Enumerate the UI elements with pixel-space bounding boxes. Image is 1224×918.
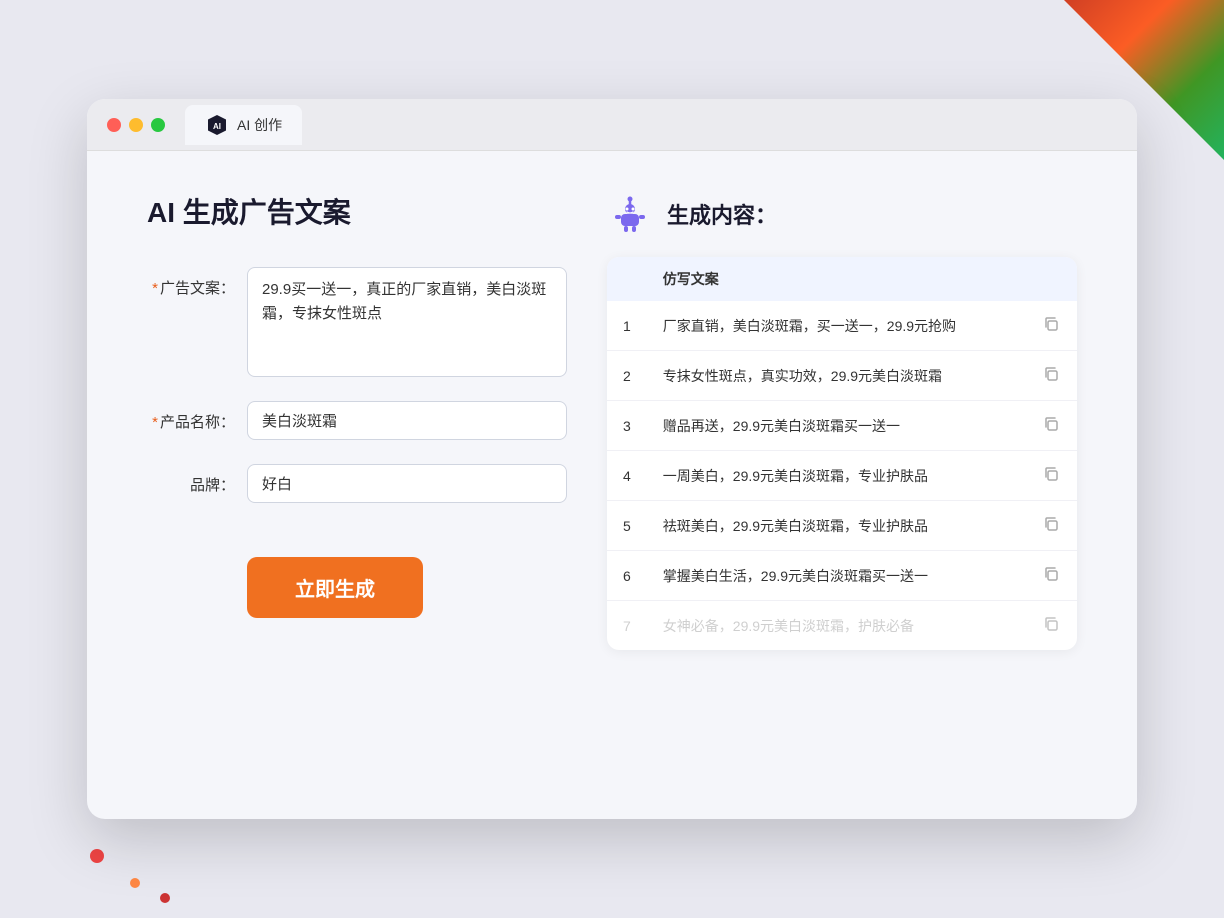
decorative-dot-3 bbox=[160, 893, 170, 903]
browser-window: AI AI 创作 AI 生成广告文案 *广告文案： 29.9买一送一，真正的厂家… bbox=[87, 99, 1137, 819]
decorative-dot-1 bbox=[90, 849, 104, 863]
table-row: 6掌握美白生活，29.9元美白淡斑霜买一送一 bbox=[607, 551, 1077, 601]
brand-label: 品牌： bbox=[147, 464, 247, 495]
copy-cell bbox=[1025, 301, 1077, 351]
copy-cell bbox=[1025, 451, 1077, 501]
table-row: 5祛斑美白，29.9元美白淡斑霜，专业护肤品 bbox=[607, 501, 1077, 551]
required-star-ad: * bbox=[152, 280, 158, 297]
copy-cell bbox=[1025, 601, 1077, 651]
decorative-dot-2 bbox=[130, 878, 140, 888]
row-text: 掌握美白生活，29.9元美白淡斑霜买一送一 bbox=[647, 551, 1025, 601]
row-text: 女神必备，29.9元美白淡斑霜，护肤必备 bbox=[647, 601, 1025, 651]
required-star-product: * bbox=[152, 414, 158, 431]
col-num-header bbox=[607, 257, 647, 301]
row-text: 厂家直销，美白淡斑霜，买一送一，29.9元抢购 bbox=[647, 301, 1025, 351]
product-name-row: *产品名称： 美白淡斑霜 bbox=[147, 401, 567, 440]
row-text: 赠品再送，29.9元美白淡斑霜买一送一 bbox=[647, 401, 1025, 451]
copy-cell bbox=[1025, 501, 1077, 551]
row-number: 5 bbox=[607, 501, 647, 551]
maximize-button[interactable] bbox=[151, 118, 165, 132]
page-title: AI 生成广告文案 bbox=[147, 191, 567, 231]
product-name-input[interactable]: 美白淡斑霜 bbox=[247, 401, 567, 440]
copy-button[interactable] bbox=[1041, 414, 1061, 437]
copy-button[interactable] bbox=[1041, 614, 1061, 637]
row-text: 祛斑美白，29.9元美白淡斑霜，专业护肤品 bbox=[647, 501, 1025, 551]
row-number: 2 bbox=[607, 351, 647, 401]
ad-copy-label: *广告文案： bbox=[147, 267, 247, 298]
left-panel: AI 生成广告文案 *广告文案： 29.9买一送一，真正的厂家直销，美白淡斑霜，… bbox=[147, 191, 567, 771]
table-header-row: 仿写文案 bbox=[607, 257, 1077, 301]
brand-input[interactable]: 好白 bbox=[247, 464, 567, 503]
table-row: 3赠品再送，29.9元美白淡斑霜买一送一 bbox=[607, 401, 1077, 451]
generate-button[interactable]: 立即生成 bbox=[247, 557, 423, 618]
table-row: 2专抹女性斑点，真实功效，29.9元美白淡斑霜 bbox=[607, 351, 1077, 401]
copy-button[interactable] bbox=[1041, 464, 1061, 487]
row-text: 专抹女性斑点，真实功效，29.9元美白淡斑霜 bbox=[647, 351, 1025, 401]
table-row: 7女神必备，29.9元美白淡斑霜，护肤必备 bbox=[607, 601, 1077, 651]
row-text: 一周美白，29.9元美白淡斑霜，专业护肤品 bbox=[647, 451, 1025, 501]
ai-tab-icon: AI bbox=[205, 113, 229, 137]
robot-icon bbox=[607, 191, 653, 237]
ad-copy-input[interactable]: 29.9买一送一，真正的厂家直销，美白淡斑霜，专抹女性斑点 bbox=[247, 267, 567, 377]
title-bar: AI AI 创作 bbox=[87, 99, 1137, 151]
copy-button[interactable] bbox=[1041, 564, 1061, 587]
copy-button[interactable] bbox=[1041, 514, 1061, 537]
col-copy-header bbox=[1025, 257, 1077, 301]
right-panel: 生成内容： 仿写文案 1厂家直销，美白淡斑霜，买一送一，29.9元抢购 2专抹女… bbox=[607, 191, 1077, 771]
svg-text:AI: AI bbox=[213, 122, 221, 131]
close-button[interactable] bbox=[107, 118, 121, 132]
row-number: 7 bbox=[607, 601, 647, 651]
tab-ai-creation[interactable]: AI AI 创作 bbox=[185, 105, 302, 145]
copy-cell bbox=[1025, 401, 1077, 451]
main-content: AI 生成广告文案 *广告文案： 29.9买一送一，真正的厂家直销，美白淡斑霜，… bbox=[87, 151, 1137, 811]
copy-cell bbox=[1025, 351, 1077, 401]
result-title: 生成内容： bbox=[667, 198, 777, 230]
col-text-header: 仿写文案 bbox=[647, 257, 1025, 301]
brand-row: 品牌： 好白 bbox=[147, 464, 567, 503]
row-number: 1 bbox=[607, 301, 647, 351]
product-name-label: *产品名称： bbox=[147, 401, 247, 432]
table-row: 4一周美白，29.9元美白淡斑霜，专业护肤品 bbox=[607, 451, 1077, 501]
tab-label: AI 创作 bbox=[237, 115, 282, 135]
ad-copy-row: *广告文案： 29.9买一送一，真正的厂家直销，美白淡斑霜，专抹女性斑点 bbox=[147, 267, 567, 377]
copy-button[interactable] bbox=[1041, 364, 1061, 387]
results-table: 仿写文案 1厂家直销，美白淡斑霜，买一送一，29.9元抢购 2专抹女性斑点，真实… bbox=[607, 257, 1077, 650]
traffic-lights bbox=[107, 118, 165, 132]
row-number: 3 bbox=[607, 401, 647, 451]
result-header: 生成内容： bbox=[607, 191, 1077, 237]
copy-cell bbox=[1025, 551, 1077, 601]
minimize-button[interactable] bbox=[129, 118, 143, 132]
row-number: 4 bbox=[607, 451, 647, 501]
row-number: 6 bbox=[607, 551, 647, 601]
table-row: 1厂家直销，美白淡斑霜，买一送一，29.9元抢购 bbox=[607, 301, 1077, 351]
copy-button[interactable] bbox=[1041, 314, 1061, 337]
